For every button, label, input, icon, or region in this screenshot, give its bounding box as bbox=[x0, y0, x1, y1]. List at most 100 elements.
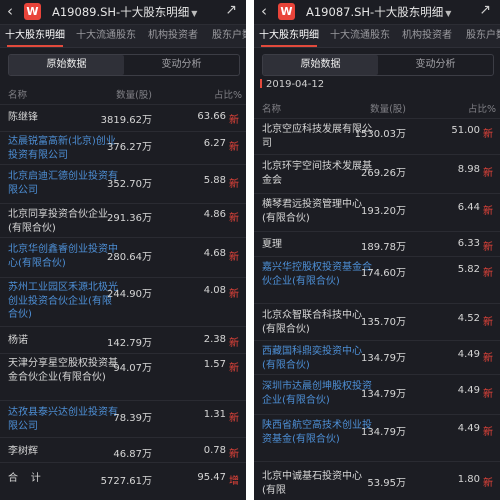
new-badge: 新 bbox=[229, 115, 239, 126]
table-row[interactable]: 北京环宇空间技术发展基金会 269.26万 8.98 新 bbox=[254, 154, 500, 194]
tab-top10-shareholders[interactable]: 十大股东明细 bbox=[259, 25, 319, 47]
table-row[interactable]: 陈继锋 3819.62万 63.66 新 bbox=[0, 104, 246, 132]
share-quantity: 291.36万 bbox=[107, 213, 152, 224]
share-icon[interactable]: ↗ bbox=[479, 2, 491, 18]
increase-badge: 增 bbox=[229, 476, 239, 487]
tab-institutional-investors[interactable]: 机构投资者 bbox=[148, 25, 198, 47]
share-percent: 8.98 bbox=[457, 164, 480, 175]
table-row[interactable]: 天津分享星空股权投资基金合伙企业(有限合伙) 94.07万 1.57 新 bbox=[0, 353, 246, 401]
share-quantity: 134.79万 bbox=[361, 427, 406, 438]
new-badge: 新 bbox=[229, 338, 239, 349]
raw-data-button[interactable]: 原始数据 bbox=[263, 55, 378, 75]
share-quantity: 193.20万 bbox=[361, 206, 406, 217]
chevron-down-icon: ▼ bbox=[445, 9, 452, 18]
share-icon[interactable]: ↗ bbox=[225, 2, 237, 18]
share-quantity: 94.07万 bbox=[113, 363, 152, 374]
tab-institutional-investors[interactable]: 机构投资者 bbox=[402, 25, 452, 47]
column-pct: 占比% bbox=[213, 90, 242, 101]
change-analysis-button[interactable]: 变动分析 bbox=[378, 55, 493, 75]
table-row[interactable]: 嘉兴华控股权投资基金合伙企业(有限合伙) 174.60万 5.82 新 bbox=[254, 256, 500, 304]
column-name: 名称 bbox=[8, 90, 28, 101]
shareholder-name-link[interactable]: 苏州工业园区禾源北极光创业投资合伙企业(有限合伙) bbox=[8, 281, 120, 322]
page-title-text: A19089.SH-十大股东明细 bbox=[52, 5, 190, 19]
shareholder-name: 横琴君远投资管理中心(有限合伙) bbox=[262, 199, 362, 224]
tab-bar: 十大股东明细 十大流通股东 机构投资者 股东户数 bbox=[254, 25, 500, 48]
back-arrow-icon[interactable]: ‹ bbox=[261, 2, 267, 20]
tab-top10-float-shareholders[interactable]: 十大流通股东 bbox=[76, 25, 136, 47]
share-quantity: 352.70万 bbox=[107, 179, 152, 190]
shareholder-name-link[interactable]: 西藏国科鼎奕投资中心(有限合伙) bbox=[262, 345, 374, 372]
view-toggle: 原始数据 变动分析 bbox=[8, 54, 240, 76]
shareholder-name-link[interactable]: 陕西省航空高技术创业投资基金(有限合伙) bbox=[262, 419, 374, 446]
page-title[interactable]: A19087.SH-十大股东明细 ▼ bbox=[306, 4, 451, 20]
tab-top10-float-shareholders[interactable]: 十大流通股东 bbox=[330, 25, 390, 47]
share-percent: 6.44 bbox=[457, 202, 480, 213]
new-badge: 新 bbox=[229, 142, 239, 153]
share-quantity: 280.64万 bbox=[107, 252, 152, 263]
table-row[interactable]: 达孜县泰兴达创业投资有限公司 78.39万 1.31 新 bbox=[0, 400, 246, 438]
table-row[interactable]: 北京启迪汇德创业投资有限公司 352.70万 5.88 新 bbox=[0, 164, 246, 204]
tab-top10-shareholders[interactable]: 十大股东明细 bbox=[5, 25, 65, 47]
table-row[interactable]: 北京华创鑫睿创业投资中心(有限合伙) 280.64万 4.68 新 bbox=[0, 237, 246, 278]
column-qty: 数量(股) bbox=[116, 90, 152, 101]
new-badge: 新 bbox=[483, 317, 493, 328]
shareholder-name-link[interactable]: 深圳市达晨创坤股权投资企业(有限合伙) bbox=[262, 380, 374, 407]
table-row[interactable]: 北京空应科技发展有限公司 1530.03万 51.00 新 bbox=[254, 118, 500, 155]
share-percent: 5.88 bbox=[203, 175, 226, 186]
shareholder-name: 天津分享星空股权投资基金合伙企业(有限合伙) bbox=[8, 358, 118, 383]
shareholder-name-link[interactable]: 达孜县泰兴达创业投资有限公司 bbox=[8, 406, 120, 433]
new-badge: 新 bbox=[483, 268, 493, 279]
share-quantity: 174.60万 bbox=[361, 268, 406, 279]
report-date-text: 2019-04-12 bbox=[266, 79, 325, 90]
raw-data-button[interactable]: 原始数据 bbox=[9, 55, 124, 75]
table-row[interactable]: 西藏国科鼎奕投资中心(有限合伙) 134.79万 4.49 新 bbox=[254, 340, 500, 375]
share-percent: 63.66 bbox=[197, 111, 226, 122]
new-badge: 新 bbox=[483, 389, 493, 400]
table-row[interactable]: 北京众智联合科技中心(有限合伙) 135.70万 4.52 新 bbox=[254, 303, 500, 341]
table-row[interactable]: 杨诺 142.79万 2.38 新 bbox=[0, 326, 246, 354]
app-logo: W bbox=[278, 3, 295, 20]
shareholder-name-link[interactable]: 嘉兴华控股权投资基金合伙企业(有限合伙) bbox=[262, 261, 374, 288]
new-badge: 新 bbox=[229, 213, 239, 224]
tab-shareholder-count[interactable]: 股东户数 bbox=[466, 25, 500, 47]
change-analysis-button[interactable]: 变动分析 bbox=[124, 55, 239, 75]
share-percent: 4.68 bbox=[203, 248, 226, 259]
new-badge: 新 bbox=[229, 363, 239, 374]
share-percent: 1.80 bbox=[457, 474, 480, 485]
tab-shareholder-count[interactable]: 股东户数 bbox=[212, 25, 246, 47]
table-row[interactable]: 达晨锐富高新(北京)创业投资有限公司 376.27万 6.27 新 bbox=[0, 131, 246, 165]
nav-header: ‹ W A19087.SH-十大股东明细 ▼ ↗ bbox=[254, 0, 500, 25]
page-title[interactable]: A19089.SH-十大股东明细 ▼ bbox=[52, 4, 197, 20]
table-row[interactable]: 陕西省航空高技术创业投资基金(有限合伙) 134.79万 4.49 新 bbox=[254, 414, 500, 462]
shareholder-name: 杨诺 bbox=[8, 335, 28, 346]
table-row[interactable]: 横琴君远投资管理中心(有限合伙) 193.20万 6.44 新 bbox=[254, 193, 500, 232]
new-badge: 新 bbox=[229, 252, 239, 263]
table-row[interactable]: 北京中诚基石投资中心(有限 53.95万 1.80 新 bbox=[254, 461, 500, 500]
table-row[interactable]: 深圳市达晨创坤股权投资企业(有限合伙) 134.79万 4.49 新 bbox=[254, 374, 500, 415]
shareholder-name-link[interactable]: 北京启迪汇德创业投资有限公司 bbox=[8, 170, 120, 197]
share-percent: 6.33 bbox=[457, 238, 480, 249]
shareholder-name: 夏理 bbox=[262, 239, 282, 250]
shareholder-name-link[interactable]: 北京华创鑫睿创业投资中心(有限合伙) bbox=[8, 243, 120, 270]
share-quantity: 134.79万 bbox=[361, 353, 406, 364]
view-toggle: 原始数据 变动分析 bbox=[262, 54, 494, 76]
back-arrow-icon[interactable]: ‹ bbox=[7, 2, 13, 20]
column-pct: 占比% bbox=[467, 104, 496, 115]
app-logo: W bbox=[24, 3, 41, 20]
share-quantity: 142.79万 bbox=[107, 338, 152, 349]
share-percent: 6.27 bbox=[203, 138, 226, 149]
shareholder-name: 北京众智联合科技中心(有限合伙) bbox=[262, 310, 362, 335]
share-quantity: 1530.03万 bbox=[354, 129, 406, 140]
page-title-text: A19087.SH-十大股东明细 bbox=[306, 5, 444, 19]
total-quantity: 5727.61万 bbox=[100, 476, 152, 487]
table-row[interactable]: 李树辉 46.87万 0.78 新 bbox=[0, 437, 246, 463]
share-percent: 1.31 bbox=[203, 409, 226, 420]
table-row[interactable]: 北京同享投资合伙企业(有限合伙) 291.36万 4.86 新 bbox=[0, 203, 246, 238]
share-quantity: 78.39万 bbox=[113, 413, 152, 424]
table-row[interactable]: 夏理 189.78万 6.33 新 bbox=[254, 231, 500, 257]
shareholder-name-link[interactable]: 达晨锐富高新(北京)创业投资有限公司 bbox=[8, 135, 120, 162]
share-quantity: 46.87万 bbox=[113, 449, 152, 460]
right-phone-screen: ‹ W A19087.SH-十大股东明细 ▼ ↗ 十大股东明细 十大流通股东 机构… bbox=[254, 0, 500, 500]
column-header: 名称 数量(股) 占比% bbox=[254, 98, 500, 116]
table-row[interactable]: 苏州工业园区禾源北极光创业投资合伙企业(有限合伙) 244.90万 4.08 新 bbox=[0, 277, 246, 327]
